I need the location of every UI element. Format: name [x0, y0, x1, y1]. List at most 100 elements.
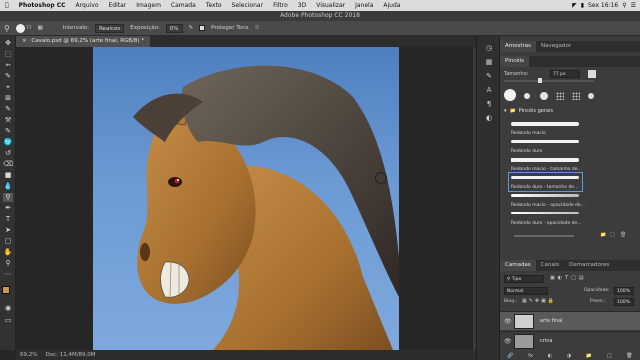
menu-camada[interactable]: Camada: [166, 2, 201, 9]
brush-panel-icon[interactable]: ▦: [38, 25, 43, 31]
zoom-level[interactable]: 69,2%: [20, 350, 37, 360]
menu-visualizar[interactable]: Visualizar: [311, 2, 350, 9]
screen-mode-icon[interactable]: ▭: [3, 316, 13, 325]
layer-filter-icons[interactable]: ▣◐T□▤: [550, 275, 587, 281]
protect-tones-checkbox[interactable]: [199, 25, 206, 31]
fx-icon[interactable]: fx: [528, 353, 533, 359]
healing-brush-icon[interactable]: ⚒: [3, 116, 13, 125]
document-workspace[interactable]: [16, 47, 476, 350]
paragraph-panel-icon[interactable]: ¶: [484, 100, 494, 109]
foreground-color-swatch[interactable]: [2, 286, 10, 294]
menu-3d[interactable]: 3D: [293, 2, 311, 9]
recent-brush-4[interactable]: [556, 92, 564, 100]
menu-texto[interactable]: Texto: [201, 2, 227, 9]
properties-panel-icon[interactable]: ▦: [484, 58, 494, 67]
new-brush-footer-icon[interactable]: □: [610, 232, 615, 238]
doc-size[interactable]: Doc: 11,4M/89,0M: [45, 350, 95, 360]
character-panel-icon[interactable]: A: [484, 86, 494, 95]
history-brush-icon[interactable]: ↺: [3, 149, 13, 158]
airbrush-icon[interactable]: ✎: [189, 25, 194, 31]
brush-preset-picker[interactable]: 77: [15, 23, 32, 33]
group-icon[interactable]: 📁: [586, 353, 592, 359]
link-icon[interactable]: 🔗: [507, 353, 513, 359]
apple-menu-icon[interactable]: : [0, 2, 14, 9]
path-select-icon[interactable]: ➤: [3, 226, 13, 235]
dodge-tool-icon[interactable]: ⚲: [4, 24, 10, 33]
pressure-icon[interactable]: ☉: [254, 25, 259, 31]
wifi-icon[interactable]: ◤: [572, 2, 577, 9]
visibility-eye-icon[interactable]: 👁: [504, 338, 512, 345]
close-tab-icon[interactable]: ×: [22, 38, 27, 44]
tab-swatches[interactable]: Amostras: [500, 41, 537, 52]
hand-tool-icon[interactable]: ✋: [3, 248, 13, 257]
layer-name[interactable]: crina: [540, 338, 552, 344]
rectangle-tool-icon[interactable]: ▢: [3, 237, 13, 246]
blend-mode-select[interactable]: Normal: [504, 287, 548, 295]
trash-icon[interactable]: 🗑: [626, 353, 632, 359]
range-select[interactable]: Realces: [95, 23, 125, 33]
preview-size-slider[interactable]: [514, 235, 574, 237]
brush-item-selected[interactable]: Redondo duro - tamanho de...: [508, 172, 583, 192]
new-layer-icon[interactable]: □: [607, 353, 612, 359]
recent-brush-5[interactable]: [572, 92, 580, 100]
clone-stamp-icon[interactable]: ⛎: [3, 138, 13, 147]
new-brush-icon[interactable]: [588, 70, 596, 78]
menu-arquivo[interactable]: Arquivo: [71, 2, 104, 9]
tab-paths[interactable]: Demarcadores: [564, 260, 614, 271]
blur-tool-icon[interactable]: 💧: [3, 182, 13, 191]
adjustment-layer-icon[interactable]: ◑: [567, 353, 571, 359]
brush-group-header[interactable]: ▾ 📁 Pincéis gerais: [504, 108, 553, 114]
tab-channels[interactable]: Canais: [536, 260, 564, 271]
menu-selecionar[interactable]: Selecionar: [227, 2, 268, 9]
menu-list-icon[interactable]: ☰: [631, 2, 636, 9]
gradient-icon[interactable]: ■: [3, 171, 13, 180]
size-input[interactable]: 77 px: [550, 70, 580, 78]
fill-input[interactable]: 100%: [614, 298, 634, 306]
recent-brush-2[interactable]: [524, 93, 530, 99]
recent-brush-6[interactable]: [588, 93, 594, 99]
type-tool-icon[interactable]: T: [3, 215, 13, 224]
menu-editar[interactable]: Editar: [104, 2, 132, 9]
opacity-input[interactable]: 100%: [614, 287, 634, 295]
image-canvas[interactable]: [93, 47, 399, 350]
eyedropper-icon[interactable]: ✎: [3, 105, 13, 114]
exposure-input[interactable]: 0%: [165, 23, 183, 33]
tab-brushes[interactable]: Pincéis: [500, 56, 530, 67]
history-panel-icon[interactable]: ◷: [484, 44, 494, 53]
quick-mask-icon[interactable]: ◉: [3, 304, 13, 313]
brush-item[interactable]: Redondo duro - opacidade de...: [509, 209, 582, 227]
move-tool-icon[interactable]: ✥: [3, 39, 13, 48]
mask-icon[interactable]: ◐: [548, 353, 552, 359]
visibility-eye-icon[interactable]: 👁: [504, 318, 512, 325]
dodge-tool-active-icon[interactable]: ⚲: [3, 193, 13, 202]
lock-icons[interactable]: ▦✎✥▣🔒: [522, 298, 556, 304]
document-tab[interactable]: × Cavalo.psd @ 69,2% (arte final, RGB/8)…: [16, 36, 151, 47]
trash-icon[interactable]: 🗑: [620, 232, 626, 238]
brush-item[interactable]: Redondo macio - tamanho de...: [509, 155, 582, 173]
size-slider-handle[interactable]: [538, 78, 542, 83]
brush-tool-icon[interactable]: ✎: [3, 127, 13, 136]
marquee-tool-icon[interactable]: ⬚: [3, 50, 13, 59]
layer-name[interactable]: arte final: [540, 318, 563, 324]
search-icon[interactable]: ⚲: [622, 2, 626, 9]
tab-layers[interactable]: Camadas: [500, 260, 536, 271]
battery-icon[interactable]: ▮: [581, 2, 584, 9]
layer-row-active[interactable]: 👁 arte final: [500, 311, 640, 330]
layer-kind-filter[interactable]: ⚲ Tipo: [504, 275, 544, 283]
brush-item[interactable]: Redondo macio: [509, 119, 582, 137]
edit-toolbar-icon[interactable]: ⋯: [3, 270, 13, 279]
lasso-tool-icon[interactable]: ➳: [3, 61, 13, 70]
brush-item[interactable]: Redondo macio - opacidade de...: [509, 191, 585, 209]
pen-tool-icon[interactable]: ✒: [3, 204, 13, 213]
zoom-tool-icon[interactable]: ⚲: [3, 259, 13, 268]
menu-filtro[interactable]: Filtro: [268, 2, 293, 9]
size-slider[interactable]: [504, 78, 594, 83]
new-group-icon[interactable]: 📁: [600, 232, 606, 238]
brush-settings-icon[interactable]: ✎: [484, 72, 494, 81]
layer-row[interactable]: 👁 crina: [500, 331, 640, 350]
clock-text[interactable]: Sex 16:16: [588, 2, 618, 9]
app-menu[interactable]: Photoshop CC: [14, 2, 71, 9]
menu-imagem[interactable]: Imagem: [131, 2, 166, 9]
menu-janela[interactable]: Janela: [350, 2, 378, 9]
frame-tool-icon[interactable]: ⊠: [3, 94, 13, 103]
